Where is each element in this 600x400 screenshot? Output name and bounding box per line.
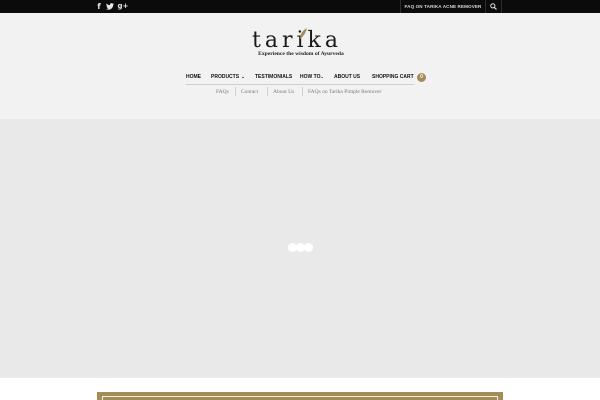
subnav-separator <box>267 87 268 96</box>
twitter-icon[interactable] <box>104 0 116 13</box>
twitter-bird-shape <box>106 3 114 10</box>
nav-products[interactable]: PRODUCTS ⌄ <box>211 72 245 82</box>
hero-slider <box>0 119 600 378</box>
nav-how-to[interactable]: HOW TO.. <box>300 72 323 82</box>
subnav-about-us[interactable]: About Us <box>273 87 294 97</box>
nav-shopping-cart[interactable]: SHOPPING CART <box>372 72 414 82</box>
nav-products-label: PRODUCTS <box>211 74 240 80</box>
top-bar: f g+ FAQ ON TARIKA ACNE REMOVER <box>0 0 600 13</box>
loading-indicator <box>288 243 313 252</box>
nav-divider <box>186 84 414 85</box>
search-icon <box>490 3 497 10</box>
subnav-separator <box>235 87 236 96</box>
cart-count-badge[interactable]: 0 <box>417 73 426 82</box>
nav-testimonials[interactable]: TESTIMONIALS <box>255 72 292 82</box>
nav-about-us[interactable]: ABOUT US <box>334 72 360 82</box>
main-navigation: HOME PRODUCTS ⌄ TESTIMONIALS HOW TO.. ABO… <box>0 72 600 82</box>
content-box-inner-border <box>102 396 498 400</box>
google-plus-icon[interactable]: g+ <box>117 0 129 13</box>
site-logo[interactable]: tarika Experience the wisdom of Ayurveda <box>250 28 360 58</box>
subnav-faqs[interactable]: FAQs <box>216 87 229 97</box>
leaf-icon <box>300 28 307 39</box>
chevron-down-icon: ⌄ <box>241 74 245 79</box>
loader-dot <box>304 243 313 252</box>
nav-home[interactable]: HOME <box>186 72 201 82</box>
logo-tagline: Experience the wisdom of Ayurveda <box>258 51 344 57</box>
subnav-contact[interactable]: Contact <box>241 87 258 97</box>
subnav-separator <box>302 87 303 96</box>
logo-wordmark: tarika <box>252 28 342 53</box>
subnav-faqs-pimple-remover[interactable]: FAQs on Tarika Pimple Remover <box>308 87 381 97</box>
search-button[interactable] <box>486 0 502 13</box>
faq-acne-remover-link[interactable]: FAQ ON TARIKA ACNE REMOVER <box>400 0 486 13</box>
